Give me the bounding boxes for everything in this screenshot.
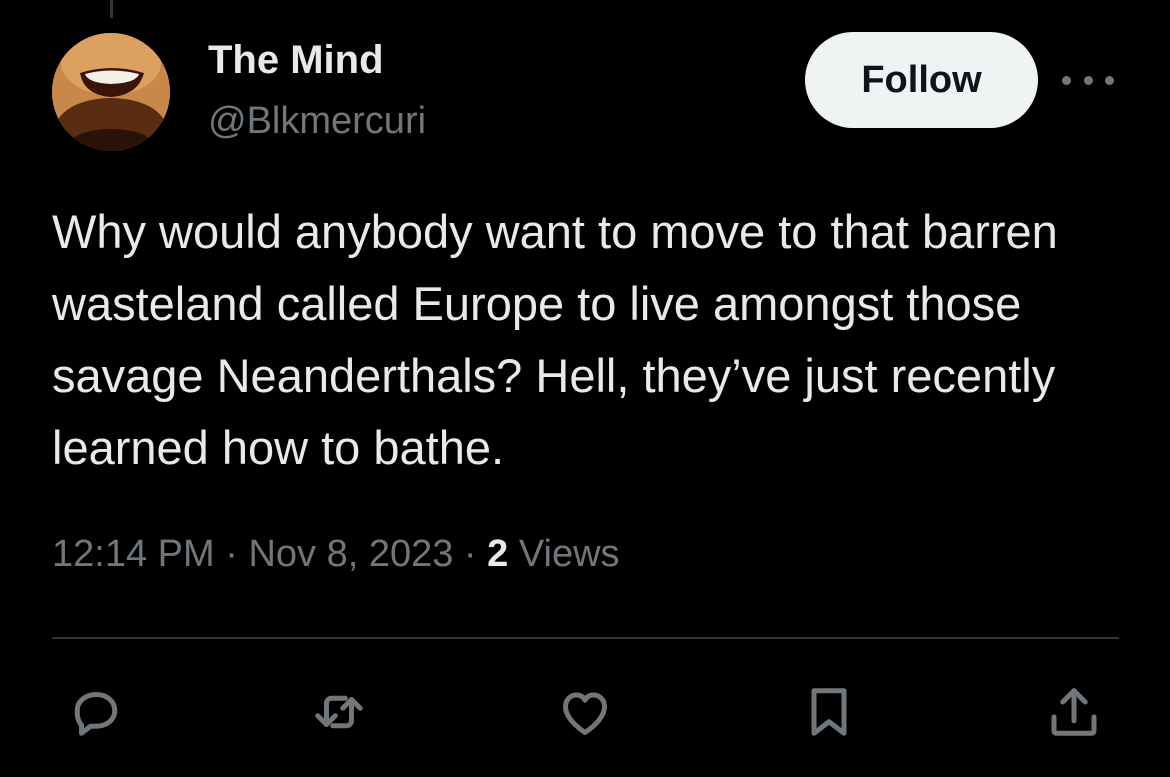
bookmark-icon <box>811 688 847 736</box>
share-button[interactable] <box>1042 680 1106 744</box>
like-icon <box>563 692 607 735</box>
tweet-metadata: 12:14 PM · Nov 8, 2023 · 2 Views <box>52 533 620 576</box>
author-name[interactable]: The Mind <box>208 38 384 83</box>
meta-separator: · <box>453 533 488 575</box>
thread-connector-line <box>110 0 113 18</box>
views-label: Views <box>508 533 620 575</box>
retweet-button[interactable] <box>307 680 371 744</box>
divider <box>52 637 1119 639</box>
more-dot <box>1083 75 1093 85</box>
avatar[interactable] <box>52 33 170 151</box>
reply-button[interactable] <box>64 680 128 744</box>
tweet-text: Why would anybody want to move to that b… <box>52 205 1058 474</box>
bookmark-button[interactable] <box>797 680 861 744</box>
retweet-icon <box>315 695 363 729</box>
like-button[interactable] <box>553 680 617 744</box>
share-icon <box>1051 688 1097 736</box>
follow-button[interactable]: Follow <box>805 32 1038 128</box>
more-dot <box>1105 75 1114 85</box>
tweet-date[interactable]: Nov 8, 2023 <box>248 533 453 575</box>
more-dot <box>1062 75 1071 85</box>
more-options-icon[interactable] <box>1062 62 1114 98</box>
author-handle[interactable]: @Blkmercuri <box>208 100 426 143</box>
meta-separator: · <box>214 533 249 575</box>
avatar-image <box>52 33 170 151</box>
reply-icon <box>74 692 118 736</box>
tweet-time[interactable]: 12:14 PM <box>52 533 215 575</box>
views-count: 2 <box>487 533 509 575</box>
